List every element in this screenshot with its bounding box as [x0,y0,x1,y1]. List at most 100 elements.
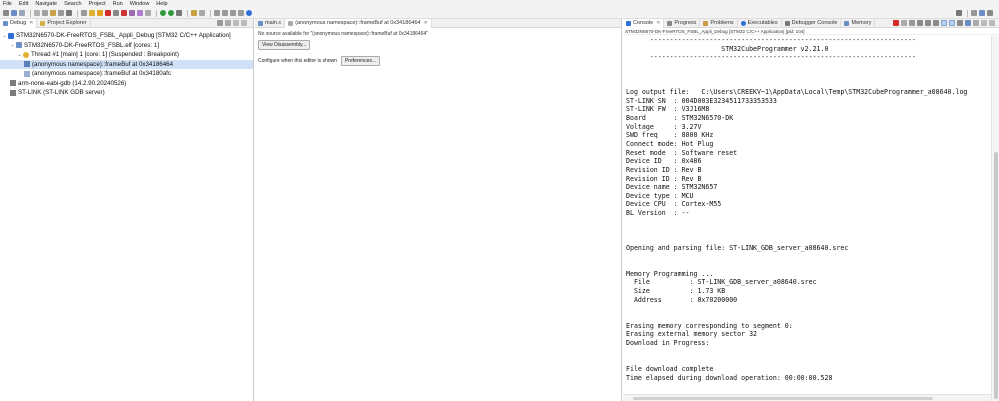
tree-item-frame-selected[interactable]: (anonymous namespace)::frameBuf at 0x341… [0,59,253,69]
horizontal-scrollbar[interactable] [623,394,991,401]
tab-label: (anonymous namespace)::frameBuf at 0x341… [295,20,421,26]
tree-item-frame[interactable]: (anonymous namespace)::frameBuf at 0x341… [0,69,253,79]
menu-search[interactable]: Search [64,1,81,7]
pin-console-icon[interactable] [941,20,947,26]
menu-bar: File Edit Navigate Search Project Run Wi… [0,0,999,8]
maximize-icon[interactable] [989,20,995,26]
tab-project-explorer[interactable]: Project Explorer [37,18,91,28]
toolbar-separator [30,9,31,17]
terminate-icon[interactable] [893,20,899,26]
menu-file[interactable]: File [3,1,12,7]
open-perspective-icon[interactable] [971,10,977,16]
stop-icon[interactable] [121,10,127,16]
skip-breakpoints-icon[interactable] [81,10,87,16]
step-over-icon[interactable] [137,10,143,16]
suspend-icon[interactable] [97,10,103,16]
build-icon[interactable] [50,10,56,16]
tab-debug[interactable]: Debug ✕ [0,18,38,28]
view-disassembly-button[interactable]: View Disassembly... [258,40,311,50]
disconnect-icon[interactable] [113,10,119,16]
cpp-perspective-icon[interactable] [979,10,985,16]
forward-icon[interactable] [238,10,244,16]
debug-view-toolbar [217,20,249,26]
word-wrap-icon[interactable] [933,20,939,26]
tab-label: Executables [747,20,778,26]
console-line: STM32CubeProgrammer v2.21.0 [626,44,829,53]
debug-target-icon [16,42,22,49]
open-type-icon[interactable] [191,10,197,16]
tab-executables[interactable]: Executables [738,18,782,28]
tab-framebuf[interactable]: (anonymous namespace)::frameBuf at 0x341… [285,18,432,28]
tree-item-label: Thread #1 [main] 1 [core: 1] (Suspended … [31,51,179,59]
close-icon[interactable]: ✕ [656,20,660,26]
remove-launch-icon[interactable] [901,20,907,26]
minimize-icon[interactable] [981,20,987,26]
menu-window[interactable]: Window [130,1,150,7]
preferences-button[interactable]: Preferences... [340,56,381,66]
tab-memory[interactable]: Memory [841,18,876,28]
display-console-icon[interactable] [957,20,963,26]
step-into-icon[interactable] [129,10,135,16]
console-output[interactable]: ----------------------------------------… [623,36,991,401]
chevron-down-icon[interactable]: ⌄ [17,52,22,58]
chevron-down-icon[interactable]: ⌄ [2,33,7,39]
console-line: BL Version : -- [626,209,690,218]
search-icon[interactable] [956,10,962,16]
tree-item-elf[interactable]: ⌄ STM32N6570-DK-FreeRTOS_FSBL.elf [cores… [0,41,253,51]
save-all-icon[interactable] [19,10,25,16]
view-menu-icon[interactable] [225,20,231,26]
clean-icon[interactable] [58,10,64,16]
tree-item-label: (anonymous namespace)::frameBuf at 0x341… [32,70,171,78]
tree-item-stlink[interactable]: ST-LINK (ST-LINK GDB server) [0,88,253,98]
tree-item-gdb[interactable]: arm-none-eabi-gdb (14.2.90.20240526) [0,79,253,89]
scroll-lock-icon[interactable] [925,20,931,26]
debug-icon[interactable] [160,10,166,16]
maximize-icon[interactable] [241,20,247,26]
tree-item-launch[interactable]: ⌄ STM32N6570-DK-FreeRTOS_FSBL_Appli_Debu… [0,31,253,41]
vertical-scrollbar[interactable] [991,36,999,401]
close-icon[interactable]: ✕ [424,20,428,26]
open-console-icon[interactable] [965,20,971,26]
tree-item-thread[interactable]: ⌄ Thread #1 [main] 1 [core: 1] (Suspende… [0,50,253,60]
external-tools-icon[interactable] [176,10,182,16]
prev-annotation-icon[interactable] [214,10,220,16]
save-icon[interactable] [11,10,17,16]
terminate-icon[interactable] [105,10,111,16]
tab-main-c[interactable]: main.c [255,18,286,28]
cut-icon[interactable] [34,10,40,16]
debugger-console-icon [784,20,790,26]
show-on-output-icon[interactable] [949,20,955,26]
configure-text: Configure when this editor is shown [258,58,337,64]
view-menu-icon[interactable] [973,20,979,26]
minimize-icon[interactable] [233,20,239,26]
toolbar-separator [156,9,157,17]
new-icon[interactable] [3,10,9,16]
chevron-down-icon[interactable]: ⌄ [10,42,15,48]
copy-icon[interactable] [42,10,48,16]
debug-perspective-icon[interactable] [987,10,993,16]
remove-all-icon[interactable] [909,20,915,26]
next-annotation-icon[interactable] [222,10,228,16]
step-return-icon[interactable] [145,10,151,16]
run-icon[interactable] [168,10,174,16]
console-line: File download complete [626,364,714,373]
menu-project[interactable]: Project [89,1,106,7]
settings-icon[interactable] [66,10,72,16]
menu-edit[interactable]: Edit [19,1,28,7]
menu-run[interactable]: Run [113,1,123,7]
info-icon[interactable] [246,10,252,16]
clear-console-icon[interactable] [917,20,923,26]
tab-console[interactable]: Console ✕ [623,18,665,28]
resume-icon[interactable] [89,10,95,16]
back-icon[interactable] [230,10,236,16]
collapse-all-icon[interactable] [217,20,223,26]
close-icon[interactable]: ✕ [29,20,33,26]
search-toolbar-icon[interactable] [199,10,205,16]
menu-help[interactable]: Help [156,1,167,7]
tab-progress[interactable]: Progress [664,18,701,28]
tab-problems[interactable]: Problems [700,18,738,28]
horizontal-scroll-thumb[interactable] [633,397,933,400]
tab-debugger-console[interactable]: Debugger Console [782,18,842,28]
vertical-scroll-thumb[interactable] [994,152,998,399]
menu-navigate[interactable]: Navigate [35,1,57,7]
